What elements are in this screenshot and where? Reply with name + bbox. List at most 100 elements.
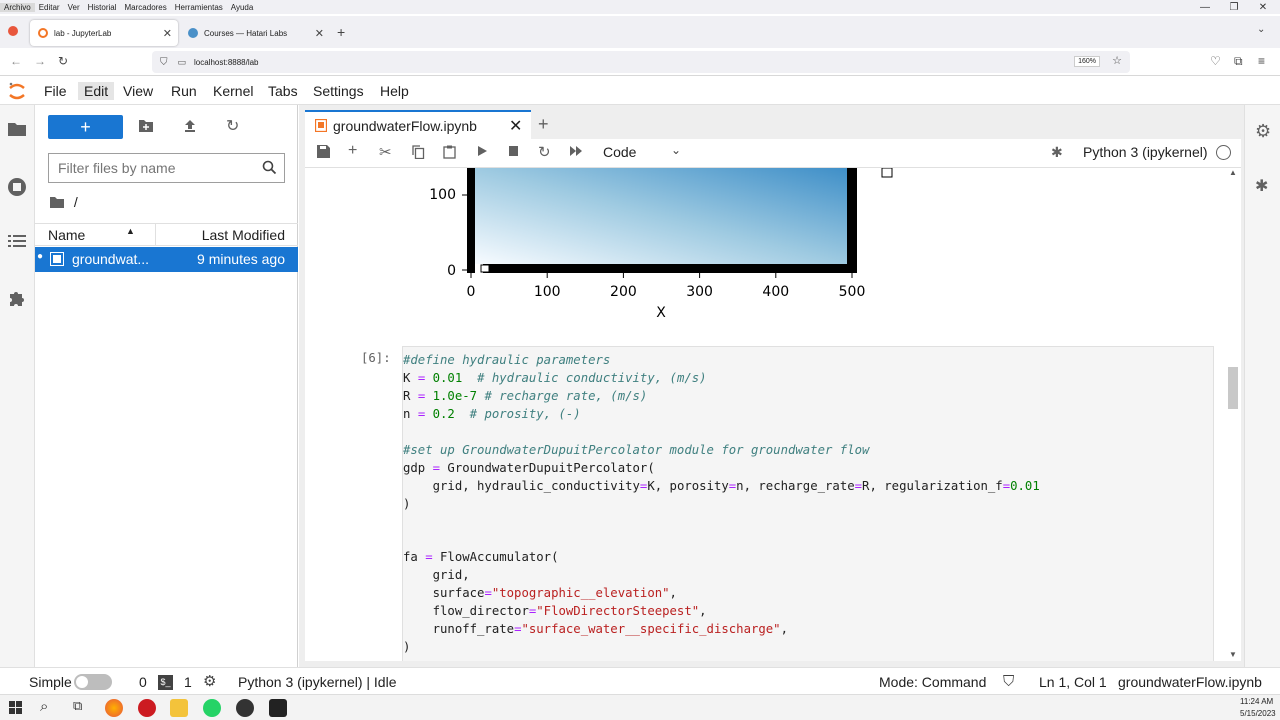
simple-mode-toggle[interactable] [74,674,112,690]
copy-icon[interactable] [412,145,425,162]
save-icon[interactable] [317,145,330,161]
app-menu-icon[interactable]: ≡ [1258,54,1265,68]
property-inspector-icon[interactable]: ⚙ [1255,121,1271,142]
shield-icon[interactable]: ⛉ [160,57,168,68]
sort-ascending-icon[interactable]: ▲ [126,226,135,236]
folder-icon[interactable] [7,121,27,141]
new-folder-icon[interactable] [138,119,154,136]
windows-start-icon[interactable] [9,701,22,714]
menu-archivo[interactable]: Archivo [0,2,35,12]
menu-view[interactable]: View [117,82,159,100]
menu-herramientas[interactable]: Herramientas [171,3,227,12]
new-tab-plus-icon[interactable]: + [538,114,549,135]
menu-historial[interactable]: Historial [84,3,121,12]
menu-help[interactable]: Help [374,82,415,100]
debugger-icon[interactable]: ✱ [1051,144,1063,161]
code-line: gdp = GroundwaterDupuitPercolator( [403,461,655,475]
debugger-bug-icon[interactable]: ✱ [1255,176,1268,196]
maximize-icon[interactable]: ❐ [1219,0,1249,16]
close-tab-icon[interactable]: ✕ [315,27,324,40]
x-tick-label: 400 [762,284,789,300]
page-info-icon[interactable]: ▭ [178,57,187,68]
notebook-scrollbar[interactable]: ▲ ▼ [1226,168,1240,661]
zoom-level[interactable]: 160% [1074,56,1100,67]
whatsapp-icon[interactable] [203,699,221,717]
kernels-count[interactable]: 1 [184,673,192,691]
refresh-icon[interactable]: ↻ [226,116,239,136]
close-window-icon[interactable]: ✕ [1248,0,1278,16]
url-text[interactable]: localhost:8888/lab [194,58,259,67]
menu-run[interactable]: Run [165,82,203,100]
extensions-icon[interactable]: ⧉ [1234,54,1243,69]
opera-taskbar-icon[interactable] [138,699,156,717]
code-line: grid, hydraulic_conductivity=K, porosity… [403,479,1040,493]
menu-kernel[interactable]: Kernel [207,82,259,100]
menu-ayuda[interactable]: Ayuda [227,3,258,12]
new-tab-icon[interactable]: + [337,24,345,40]
restart-icon[interactable]: ↻ [538,143,551,161]
firefox-taskbar-icon[interactable] [105,699,123,717]
close-tab-icon[interactable]: ✕ [163,27,172,40]
bookmark-star-icon[interactable]: ☆ [1112,54,1122,67]
terminal-taskbar-icon[interactable] [269,699,287,717]
back-icon[interactable]: ← [10,54,22,68]
list-tabs-icon[interactable]: ⌄ [1257,24,1265,35]
home-folder-icon[interactable] [50,197,64,208]
terminal-icon[interactable]: $_ [158,675,173,690]
cursor-position[interactable]: Ln 1, Col 1 [1039,673,1107,691]
cut-icon[interactable]: ✂ [379,143,392,161]
clock-time[interactable]: 11:24 AM [1240,697,1273,706]
notebook-mode[interactable]: Mode: Command [879,673,986,691]
menu-ver[interactable]: Ver [64,3,84,12]
firefox-view-icon[interactable] [8,26,18,36]
cell-type-select[interactable]: Code [603,144,636,160]
github-icon[interactable] [236,699,254,717]
scroll-up-icon[interactable]: ▲ [1229,168,1237,177]
url-bar[interactable]: ⛉ ▭ localhost:8888/lab 160% ☆ [152,51,1130,73]
browser-tab-jupyterlab[interactable]: lab - JupyterLab ✕ [30,20,178,46]
kernel-status[interactable]: Python 3 (ipykernel) | Idle [238,673,397,691]
kernel-sessions-icon[interactable]: ⚙ [203,673,216,691]
column-name[interactable]: Name [48,227,85,243]
menu-editar[interactable]: Editar [35,3,64,12]
code-line: #define hydraulic parameters [403,353,611,367]
task-view-icon[interactable]: ⧉ [73,698,82,714]
x-tick-label: 100 [534,284,561,300]
trusted-shield-icon[interactable]: ⛉ [1003,673,1014,691]
clock-date[interactable]: 5/15/2023 [1240,709,1276,718]
kernel-name[interactable]: Python 3 (ipykernel) [1083,144,1208,160]
insert-cell-icon[interactable]: + [348,142,357,160]
reload-icon[interactable]: ↻ [58,54,68,68]
menu-settings[interactable]: Settings [307,82,370,100]
paste-icon[interactable] [443,145,456,162]
tab-notebook[interactable]: groundwaterFlow.ipynb ✕ [305,110,531,139]
interrupt-icon[interactable] [508,145,519,160]
table-of-contents-icon[interactable] [7,233,27,253]
menu-file[interactable]: File [38,82,73,100]
menu-tabs[interactable]: Tabs [262,82,304,100]
forward-icon[interactable]: → [34,54,46,68]
run-icon[interactable] [477,145,488,160]
minimize-icon[interactable]: — [1190,0,1220,16]
chevron-down-icon[interactable]: ⌄ [671,143,681,157]
browser-tab-courses[interactable]: Courses — Hatari Labs ✕ [180,20,330,46]
file-explorer-icon[interactable] [170,699,188,717]
upload-icon[interactable] [183,119,197,136]
scroll-down-icon[interactable]: ▼ [1229,650,1237,659]
menu-marcadores[interactable]: Marcadores [121,3,171,12]
new-launcher-button[interactable]: + [48,115,123,139]
breadcrumb-root[interactable]: / [74,194,78,210]
running-sessions-icon[interactable] [7,177,27,197]
pocket-icon[interactable]: ♡ [1210,54,1221,68]
filter-files-input[interactable]: Filter files by name [48,153,285,183]
terminals-count[interactable]: 0 [139,673,147,691]
search-taskbar-icon[interactable]: ⌕ [40,698,48,715]
file-row[interactable]: ● groundwat... 9 minutes ago [35,247,298,272]
restart-run-all-icon[interactable] [569,145,583,160]
scrollbar-thumb[interactable] [1228,367,1238,409]
extensions-puzzle-icon[interactable] [7,288,27,308]
menu-edit[interactable]: Edit [78,82,115,100]
close-tab-icon[interactable]: ✕ [509,116,522,136]
column-last-modified[interactable]: Last Modified [202,227,285,243]
code-cell-editor[interactable]: #define hydraulic parameters K = 0.01 # … [402,346,1214,661]
